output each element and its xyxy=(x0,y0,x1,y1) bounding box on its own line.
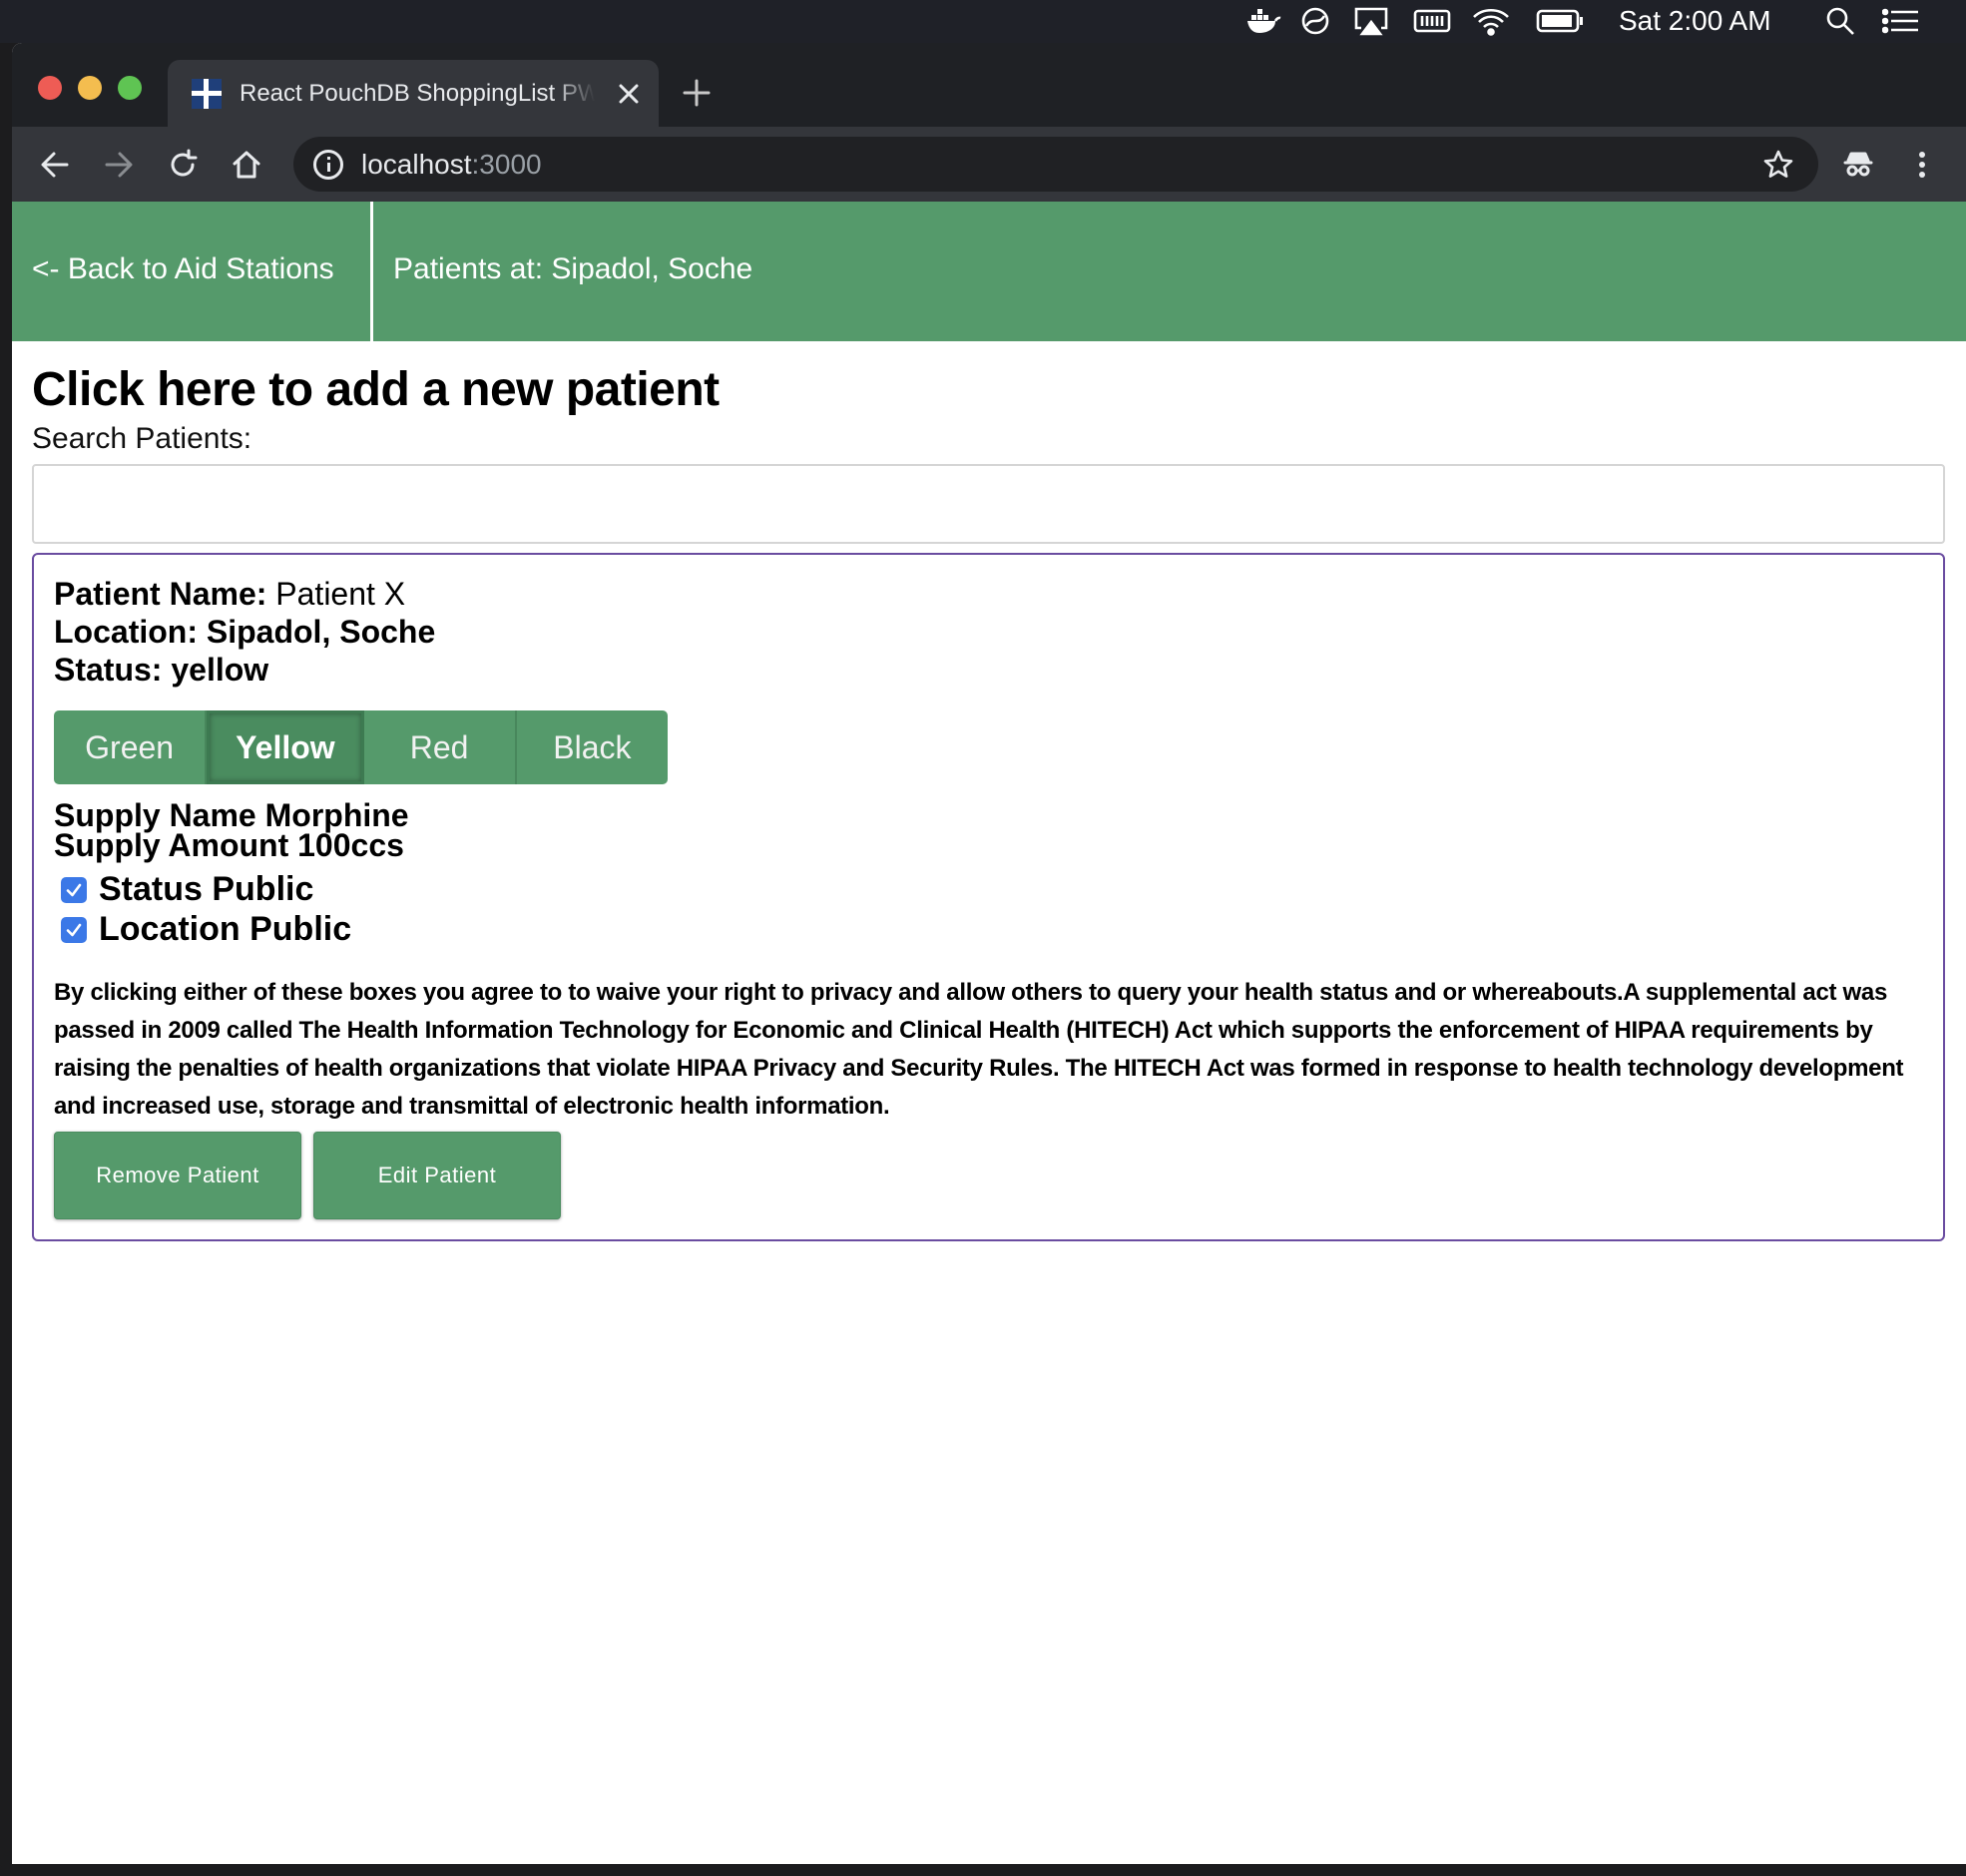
patient-location: Location: Sipadol, Soche xyxy=(54,614,436,650)
forward-arrow-icon[interactable] xyxy=(99,145,139,185)
close-tab-icon[interactable] xyxy=(613,78,645,110)
edit-patient-button[interactable]: Edit Patient xyxy=(313,1132,561,1219)
incognito-icon[interactable] xyxy=(1838,145,1878,185)
url-text[interactable]: localhost:3000 xyxy=(361,147,542,183)
browser-tab[interactable]: React PouchDB ShoppingList PWA xyxy=(168,60,659,127)
url-host: localhost xyxy=(361,149,472,180)
more-menu-icon[interactable] xyxy=(1902,145,1942,185)
reload-icon[interactable] xyxy=(163,145,203,185)
status-black-button[interactable]: Black xyxy=(517,710,668,784)
control-center-list-icon[interactable] xyxy=(1880,6,1922,36)
page-title: Patients at: Sipadol, Soche xyxy=(393,252,753,285)
sync-icon[interactable] xyxy=(1297,6,1333,36)
tab-title: React PouchDB ShoppingList PWA xyxy=(240,80,595,107)
browser-toolbar: localhost:3000 xyxy=(12,127,1966,202)
privacy-disclaimer: By clicking either of these boxes you ag… xyxy=(54,979,1904,1120)
zoom-window-button[interactable] xyxy=(118,76,142,100)
add-patient-link[interactable]: Click here to add a new patient xyxy=(32,361,720,419)
remove-patient-button[interactable]: Remove Patient xyxy=(54,1132,301,1219)
location-public-label: Location Public xyxy=(99,910,352,948)
page-content: <- Back to Aid Stations Patients at: Sip… xyxy=(12,202,1966,1864)
location-public-checkbox[interactable] xyxy=(61,917,87,943)
patient-name-line: Patient Name: Patient X xyxy=(54,573,405,615)
status-public-checkbox[interactable] xyxy=(61,877,87,903)
app-header: <- Back to Aid Stations Patients at: Sip… xyxy=(12,202,1966,341)
menu-bar: Sat 2:00 AM xyxy=(0,0,1966,43)
new-tab-icon[interactable] xyxy=(677,73,717,113)
address-bar[interactable]: localhost:3000 xyxy=(293,137,1818,192)
patient-name-label: Patient Name: xyxy=(54,576,267,612)
url-port: :3000 xyxy=(471,149,542,180)
status-yellow-button[interactable]: Yellow xyxy=(207,710,364,784)
docker-icon[interactable] xyxy=(1243,6,1283,36)
flag-icon xyxy=(192,79,222,109)
search-label: Search Patients: xyxy=(32,422,252,455)
search-patients-input[interactable] xyxy=(32,464,1945,544)
back-to-aid-stations-link[interactable]: <- Back to Aid Stations xyxy=(32,249,334,289)
minimize-window-button[interactable] xyxy=(78,76,102,100)
tab-strip: React PouchDB ShoppingList PWA xyxy=(12,43,1966,127)
patient-card: Patient Name: Patient X Location: Sipado… xyxy=(32,553,1945,1241)
checkmark-icon xyxy=(66,923,82,937)
home-icon[interactable] xyxy=(227,145,266,185)
wifi-icon[interactable] xyxy=(1469,6,1513,36)
status-green-button[interactable]: Green xyxy=(54,710,208,784)
patient-name-value: Patient X xyxy=(275,576,406,612)
status-public-label: Status Public xyxy=(99,870,314,908)
clock[interactable]: Sat 2:00 AM xyxy=(1619,3,1771,39)
patient-status: Status: yellow xyxy=(54,652,269,688)
back-arrow-icon[interactable] xyxy=(35,145,75,185)
bookmark-star-icon[interactable] xyxy=(1760,147,1796,183)
spotlight-search-icon[interactable] xyxy=(1822,6,1858,36)
browser-window: React PouchDB ShoppingList PWA localhost… xyxy=(12,43,1966,1864)
checkmark-icon xyxy=(66,883,82,897)
memory-icon[interactable] xyxy=(1411,6,1453,36)
supply-amount: Supply Amount 100ccs xyxy=(54,827,404,863)
airplay-icon[interactable] xyxy=(1351,6,1391,36)
info-icon[interactable] xyxy=(313,150,343,180)
close-window-button[interactable] xyxy=(38,76,62,100)
status-button-group: Green Yellow Red Black xyxy=(54,710,668,784)
battery-icon[interactable] xyxy=(1535,6,1585,36)
status-red-button[interactable]: Red xyxy=(364,710,517,784)
header-divider xyxy=(370,202,373,341)
